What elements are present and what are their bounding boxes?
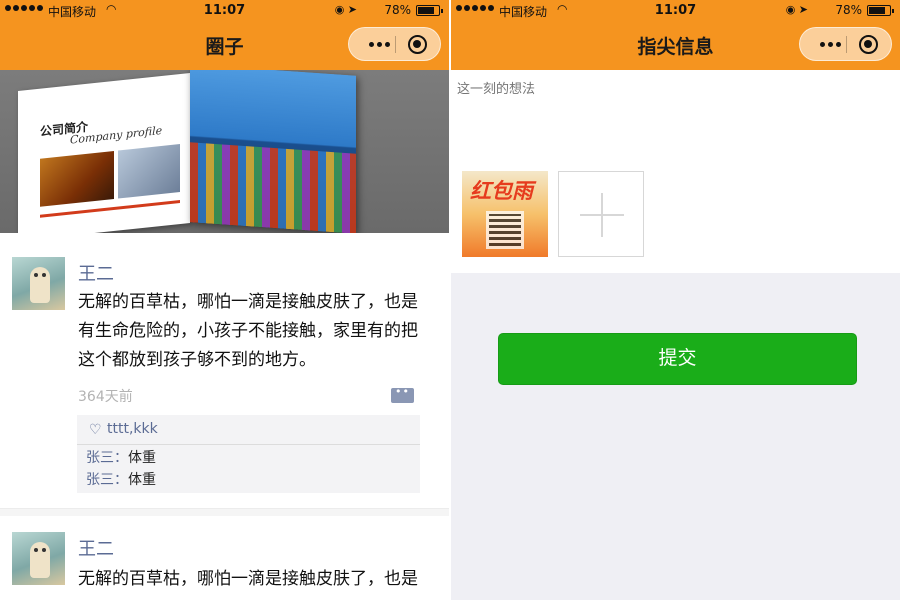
comment-user[interactable]: 张三 bbox=[86, 472, 114, 488]
status-bar: 中国移动 ◠ 11:07 ◉ ➤ 78% bbox=[451, 0, 900, 22]
brochure-right-page bbox=[190, 70, 356, 233]
post-item: 王二 无解的百草枯，哪怕一滴是接触皮肤了，也是 bbox=[0, 516, 449, 600]
comment-item[interactable]: 张三：体重 bbox=[77, 469, 420, 491]
clock: 11:07 bbox=[203, 3, 246, 18]
avatar[interactable] bbox=[12, 257, 65, 310]
battery-fill bbox=[869, 7, 885, 14]
brochure-photo bbox=[40, 150, 114, 207]
post-separator bbox=[0, 508, 449, 516]
uploaded-image-thumbnail[interactable]: 红包雨 bbox=[462, 171, 548, 257]
interaction-panel: ♡ tttt,kkk 张三：体重 张三：体重 bbox=[77, 415, 420, 493]
submit-button[interactable]: 提交 bbox=[498, 333, 857, 385]
more-icon[interactable] bbox=[814, 28, 846, 60]
location-icon: ◉ ➤ bbox=[785, 3, 808, 16]
battery-icon bbox=[867, 5, 894, 16]
post-username[interactable]: 王二 bbox=[78, 260, 114, 286]
qr-code-image bbox=[486, 211, 524, 249]
thumbnail-caption: 红包雨 bbox=[470, 179, 533, 203]
post-item: 王二 无解的百草枯，哪怕一滴是接触皮肤了，也是有生命危险的，小孩子不能接触，家里… bbox=[0, 233, 449, 508]
capsule-divider bbox=[846, 36, 847, 53]
battery-percent: 78% bbox=[384, 3, 411, 17]
close-circle-icon[interactable] bbox=[859, 35, 878, 54]
close-circle-icon[interactable] bbox=[408, 35, 427, 54]
location-icon: ◉ ➤ bbox=[334, 3, 357, 16]
post-content: 无解的百草枯，哪怕一滴是接触皮肤了，也是 bbox=[78, 569, 418, 589]
nav-bar: 中国移动 ◠ 11:07 ◉ ➤ 78% 圈子 bbox=[0, 0, 449, 70]
mini-program-capsule bbox=[348, 27, 441, 61]
comment-user[interactable]: 张三 bbox=[86, 450, 114, 466]
circle-screen: 中国移动 ◠ 11:07 ◉ ➤ 78% 圈子 公司简介 Company pro… bbox=[0, 0, 449, 600]
container-port-image bbox=[190, 142, 356, 233]
capsule-divider bbox=[395, 36, 396, 53]
post-username[interactable]: 王二 bbox=[78, 535, 114, 561]
comment-item[interactable]: 张三：体重 bbox=[77, 447, 420, 469]
likes-list[interactable]: tttt,kkk bbox=[107, 421, 158, 437]
post-content: 无解的百草枯，哪怕一滴是接触皮肤了，也是有生命危险的，小孩子不能接触，家里有的把… bbox=[78, 292, 418, 370]
battery-icon bbox=[416, 5, 443, 16]
battery-fill bbox=[418, 7, 434, 14]
post-info-screen: 中国移动 ◠ 11:07 ◉ ➤ 78% 指尖信息 红包雨 提交 bbox=[451, 0, 900, 600]
banner-carousel[interactable]: 公司简介 Company profile bbox=[0, 70, 449, 233]
clock: 11:07 bbox=[654, 3, 697, 18]
comment-text: 体重 bbox=[128, 450, 156, 466]
heart-icon: ♡ bbox=[89, 422, 102, 438]
nav-bar: 中国移动 ◠ 11:07 ◉ ➤ 78% 指尖信息 bbox=[451, 0, 900, 70]
brochure-photo bbox=[118, 144, 180, 199]
mini-program-capsule bbox=[799, 27, 892, 61]
comment-text: 体重 bbox=[128, 472, 156, 488]
post-form: 红包雨 bbox=[451, 70, 900, 273]
thought-input[interactable] bbox=[457, 78, 887, 158]
more-icon[interactable] bbox=[363, 28, 395, 60]
comment-icon[interactable] bbox=[391, 385, 414, 403]
post-time: 364天前 bbox=[78, 389, 133, 405]
add-image-button[interactable] bbox=[558, 171, 644, 257]
brochure-left-page: 公司简介 Company profile bbox=[18, 72, 190, 233]
avatar[interactable] bbox=[12, 532, 65, 585]
status-bar: 中国移动 ◠ 11:07 ◉ ➤ 78% bbox=[0, 0, 449, 22]
battery-percent: 78% bbox=[835, 3, 862, 17]
likes-row: ♡ tttt,kkk bbox=[77, 415, 420, 445]
